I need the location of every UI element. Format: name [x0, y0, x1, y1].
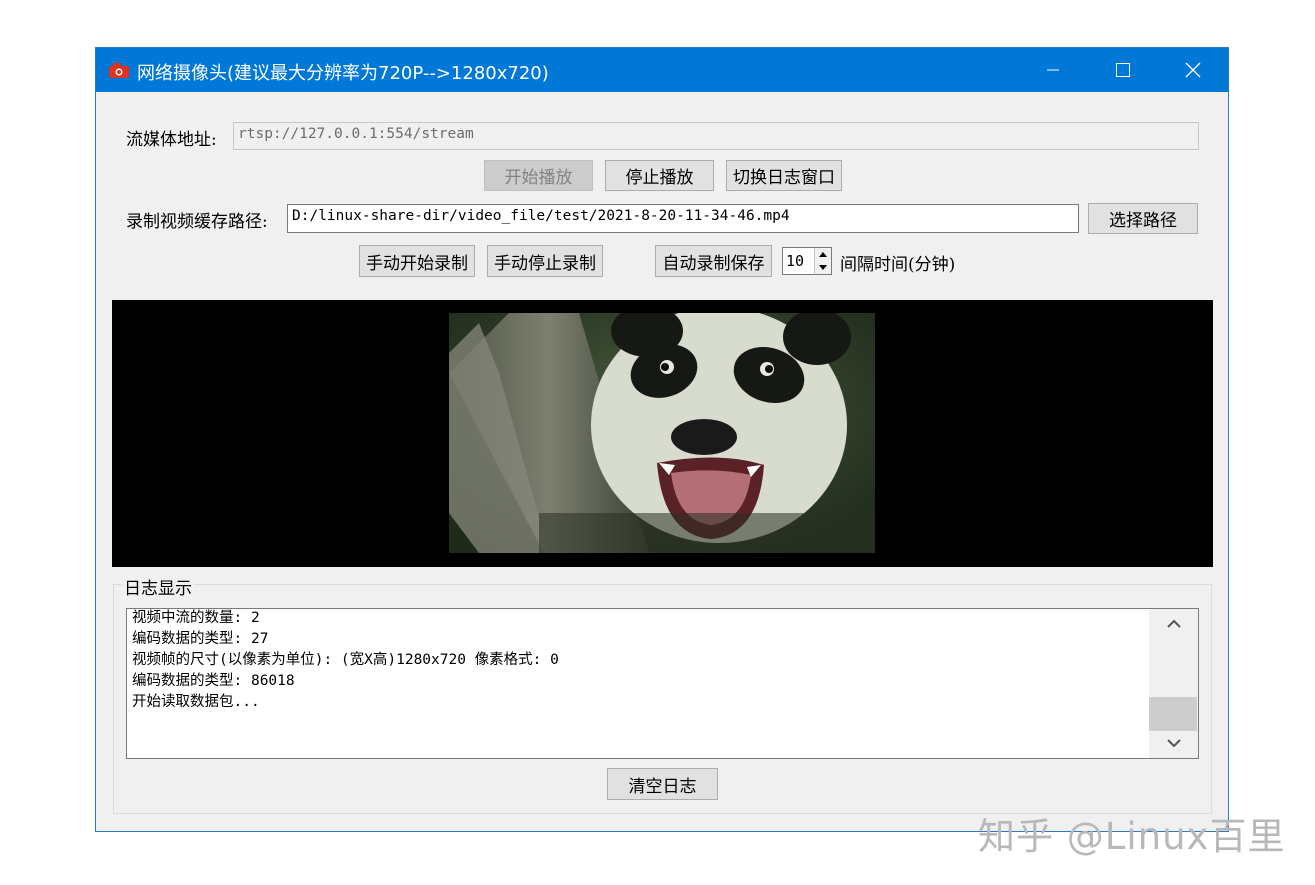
- stream-url-label: 流媒体地址:: [126, 130, 217, 150]
- interval-value: 10: [786, 252, 805, 270]
- window-title: 网络摄像头(建议最大分辨率为720P-->1280x720): [137, 63, 549, 84]
- spin-up-icon[interactable]: [815, 248, 831, 261]
- panda-video-frame: [449, 313, 875, 553]
- record-path-label: 录制视频缓存路径:: [126, 212, 268, 232]
- watermark-text: 知乎 @Linux百里: [978, 815, 1286, 858]
- chevron-down-icon: [1166, 739, 1181, 748]
- minimize-icon: [1047, 69, 1059, 71]
- log-group-title: 日志显示: [122, 574, 194, 599]
- stream-url-input[interactable]: rtsp://127.0.0.1:554/stream: [233, 122, 1199, 150]
- log-line: 编码数据的类型: 86018: [132, 673, 295, 689]
- record-path-input[interactable]: D:/linux-share-dir/video_file/test/2021-…: [287, 204, 1079, 233]
- camera-icon: [109, 63, 129, 78]
- clear-log-button[interactable]: 清空日志: [607, 768, 718, 800]
- chevron-up-icon: [1166, 619, 1181, 628]
- start-play-button[interactable]: 开始播放: [484, 160, 593, 191]
- scroll-up-button[interactable]: [1149, 609, 1198, 639]
- close-icon: [1185, 62, 1201, 78]
- log-scrollbar[interactable]: [1149, 609, 1198, 758]
- title-bar[interactable]: 网络摄像头(建议最大分辨率为720P-->1280x720): [96, 48, 1228, 92]
- toggle-log-window-button[interactable]: 切换日志窗口: [726, 160, 842, 191]
- minimize-button[interactable]: [1024, 48, 1082, 92]
- log-line: 开始读取数据包...: [132, 694, 260, 710]
- video-display: [112, 300, 1213, 567]
- close-button[interactable]: [1164, 48, 1222, 92]
- log-line: 视频中流的数量: 2: [132, 610, 260, 626]
- spin-down-icon[interactable]: [815, 261, 831, 274]
- spin-arrows[interactable]: [814, 248, 831, 274]
- main-window: 网络摄像头(建议最大分辨率为720P-->1280x720) 流媒体地址: rt…: [95, 47, 1229, 832]
- scroll-thumb[interactable]: [1149, 697, 1197, 731]
- manual-start-record-button[interactable]: 手动开始录制: [359, 245, 475, 277]
- manual-stop-record-button[interactable]: 手动停止录制: [487, 245, 603, 277]
- maximize-icon: [1116, 63, 1130, 77]
- choose-path-button[interactable]: 选择路径: [1088, 203, 1198, 234]
- interval-spinbox[interactable]: 10: [782, 247, 832, 275]
- log-line: 编码数据的类型: 27: [132, 631, 269, 647]
- log-lines: 视频中流的数量: 2 编码数据的类型: 27 视频帧的尺寸(以像素为单位): (…: [132, 608, 559, 713]
- stop-play-button[interactable]: 停止播放: [605, 160, 714, 191]
- log-line: 视频帧的尺寸(以像素为单位): (宽X高)1280x720 像素格式: 0: [132, 652, 559, 668]
- auto-record-save-button[interactable]: 自动录制保存: [655, 245, 772, 277]
- scroll-down-button[interactable]: [1149, 728, 1198, 758]
- log-textbox[interactable]: 视频中流的数量: 2 编码数据的类型: 27 视频帧的尺寸(以像素为单位): (…: [126, 608, 1199, 759]
- interval-label: 间隔时间(分钟): [840, 255, 956, 275]
- maximize-button[interactable]: [1094, 48, 1152, 92]
